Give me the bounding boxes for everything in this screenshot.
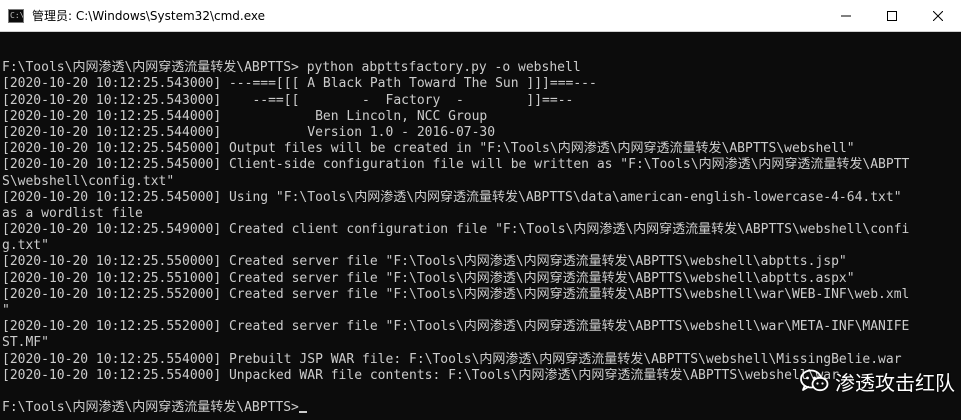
- command-prompt-line[interactable]: F:\Tools\内网渗透\内网穿透流量转发\ABPTTS>: [2, 400, 961, 416]
- console-line: as a wordlist file: [2, 205, 143, 221]
- minimize-button[interactable]: [823, 0, 869, 32]
- console-output[interactable]: F:\Tools\内网渗透\内网穿透流量转发\ABPTTS> python ab…: [0, 32, 961, 420]
- console-line: ": [2, 303, 10, 318]
- wechat-icon: [800, 369, 829, 392]
- console-line: [2020-10-20 10:12:25.552000] Created ser…: [2, 319, 910, 335]
- cmd-icon[interactable]: C:\: [8, 8, 24, 23]
- console-line: [2020-10-20 10:12:25.545000] Output file…: [2, 141, 855, 157]
- command-prompt: F:\Tools\内网渗透\内网穿透流量转发\ABPTTS>: [2, 400, 299, 416]
- console-line: [2020-10-20 10:12:25.549000] Created cli…: [2, 222, 910, 238]
- window-title: 管理员: C:\Windows\System32\cmd.exe: [32, 9, 265, 23]
- minimize-icon: [841, 15, 851, 17]
- console-line: [2020-10-20 10:12:25.545000] Using "F:\T…: [2, 189, 902, 205]
- maximize-button[interactable]: [869, 0, 915, 32]
- console-line: [2020-10-20 10:12:25.543000] --==[[ - Fa…: [2, 92, 574, 108]
- console-line: g.txt": [2, 238, 49, 254]
- title-bar[interactable]: C:\ 管理员: C:\Windows\System32\cmd.exe: [0, 0, 961, 32]
- console-line: [2020-10-20 10:12:25.551000] Created ser…: [2, 270, 855, 286]
- console-line: [2020-10-20 10:12:25.544000] Ben Lincoln…: [2, 108, 488, 124]
- console-line: F:\Tools\内网渗透\内网穿透流量转发\ABPTTS> python ab…: [2, 60, 581, 76]
- console-line: [2020-10-20 10:12:25.550000] Created ser…: [2, 254, 847, 270]
- window-controls: [823, 0, 961, 32]
- console-line: [2020-10-20 10:12:25.545000] Client-side…: [2, 157, 910, 173]
- close-button[interactable]: [915, 0, 961, 32]
- console-line: [2020-10-20 10:12:25.543000] ---===[[[ A…: [2, 76, 597, 92]
- console-line: ST.MF": [2, 335, 49, 351]
- console-line: [2020-10-20 10:12:25.552000] Created ser…: [2, 286, 910, 302]
- maximize-icon: [887, 11, 897, 21]
- close-icon: [933, 11, 943, 21]
- watermark-text: 渗透攻击红队: [835, 370, 955, 395]
- console-line: S\webshell\config.txt": [2, 173, 175, 189]
- text-cursor: [298, 411, 307, 414]
- console-line: [2020-10-20 10:12:25.544000] Version 1.0…: [2, 124, 496, 140]
- watermark: 渗透攻击红队: [799, 366, 955, 396]
